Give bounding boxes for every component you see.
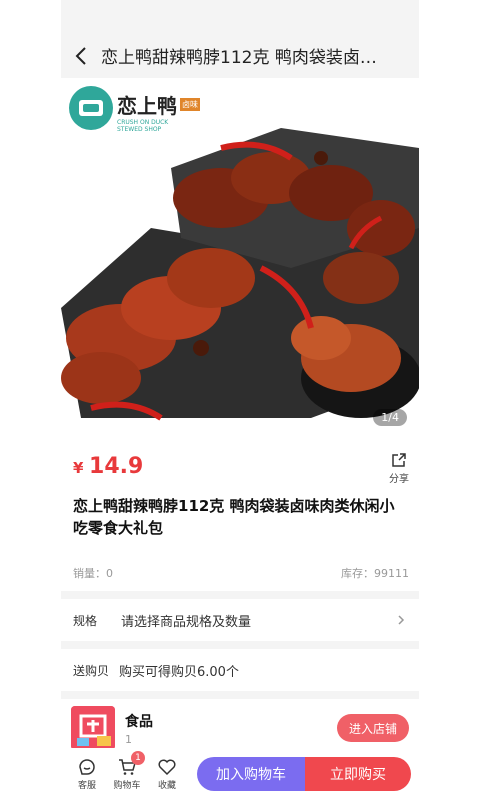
back-arrow-icon	[75, 46, 86, 65]
top-nav: 恋上鸭甜辣鸭脖112克 鸭肉袋装卤…	[61, 33, 419, 78]
chevron-right-icon	[398, 615, 405, 625]
points-label: 送购贝	[73, 663, 110, 678]
page-title: 恋上鸭甜辣鸭脖112克 鸭肉袋装卤…	[101, 48, 377, 68]
page: 恋上鸭甜辣鸭脖112克 鸭肉袋装卤… 恋上鸭 卤味 CRUSH ON DUCK …	[0, 0, 480, 800]
divider	[61, 591, 419, 599]
product-detail-screen: 恋上鸭甜辣鸭脖112克 鸭肉袋装卤… 恋上鸭 卤味 CRUSH ON DUCK …	[61, 0, 419, 800]
spec-value: 请选择商品规格及数量	[121, 614, 252, 630]
cart-badge: 1	[131, 751, 145, 765]
shop-name: 食品	[125, 713, 153, 730]
divider	[61, 691, 419, 699]
shop-logo	[71, 706, 115, 750]
brand-sub1: CRUSH ON DUCK	[117, 119, 169, 126]
shop-info: 食品 1	[125, 711, 337, 746]
brand-tag: 卤味	[180, 98, 200, 111]
share-icon	[392, 453, 406, 467]
add-to-cart-button[interactable]: 加入购物车	[197, 757, 305, 791]
price-value: 14.9	[89, 454, 144, 479]
product-photo	[61, 78, 419, 436]
share-button[interactable]: 分享	[389, 452, 409, 485]
back-button[interactable]	[61, 33, 101, 78]
points-value: 购买可得购贝6.00个	[119, 664, 239, 680]
stock-count: 库存：99111	[341, 567, 409, 580]
brand-sub2: STEWED SHOP	[117, 126, 162, 133]
points-row: 送购贝 购买可得购贝6.00个	[61, 649, 419, 691]
meta-row: 销量：0 库存：99111	[73, 565, 409, 581]
price-card: ¥ 14.9 分享 恋上鸭甜辣鸭脖112克 鸭肉袋装卤味肉类休闲小吃零食大礼包 …	[61, 436, 419, 591]
customer-service-icon	[79, 759, 95, 775]
price-row: ¥ 14.9 分享	[73, 452, 409, 485]
divider	[61, 641, 419, 649]
status-bar	[61, 0, 419, 33]
customer-service-label: 客服	[77, 781, 96, 791]
product-image-gallery[interactable]: 恋上鸭 卤味 CRUSH ON DUCK STEWED SHOP 1/4	[61, 78, 419, 436]
bottom-action-bar: 客服 1 购物车 收藏 加入购物车 立即购买	[61, 748, 419, 800]
heart-icon	[158, 759, 176, 776]
image-counter: 1/4	[373, 409, 407, 426]
cart-label: 购物车	[113, 781, 141, 791]
spec-label: 规格	[73, 613, 98, 628]
buy-now-button[interactable]: 立即购买	[305, 757, 411, 791]
price: ¥ 14.9	[73, 454, 143, 479]
purchase-actions: 加入购物车 立即购买	[197, 757, 411, 791]
shop-count: 1	[125, 732, 132, 746]
brand-name: 恋上鸭	[117, 94, 177, 118]
cart-button[interactable]: 1 购物车	[107, 751, 147, 791]
share-label: 分享	[389, 474, 409, 485]
product-title: 恋上鸭甜辣鸭脖112克 鸭肉袋装卤味肉类休闲小吃零食大礼包	[73, 497, 395, 537]
customer-service-button[interactable]: 客服	[67, 757, 107, 791]
spec-selector[interactable]: 规格 请选择商品规格及数量	[61, 599, 419, 641]
favorite-button[interactable]: 收藏	[147, 757, 187, 791]
shop-logo-icon	[71, 706, 115, 750]
sales-count: 销量：0	[73, 567, 113, 580]
favorite-label: 收藏	[157, 781, 176, 791]
enter-shop-button[interactable]: 进入店铺	[337, 714, 409, 742]
currency-symbol: ¥	[73, 459, 84, 477]
brand-text: 恋上鸭 卤味 CRUSH ON DUCK STEWED SHOP	[117, 90, 200, 133]
